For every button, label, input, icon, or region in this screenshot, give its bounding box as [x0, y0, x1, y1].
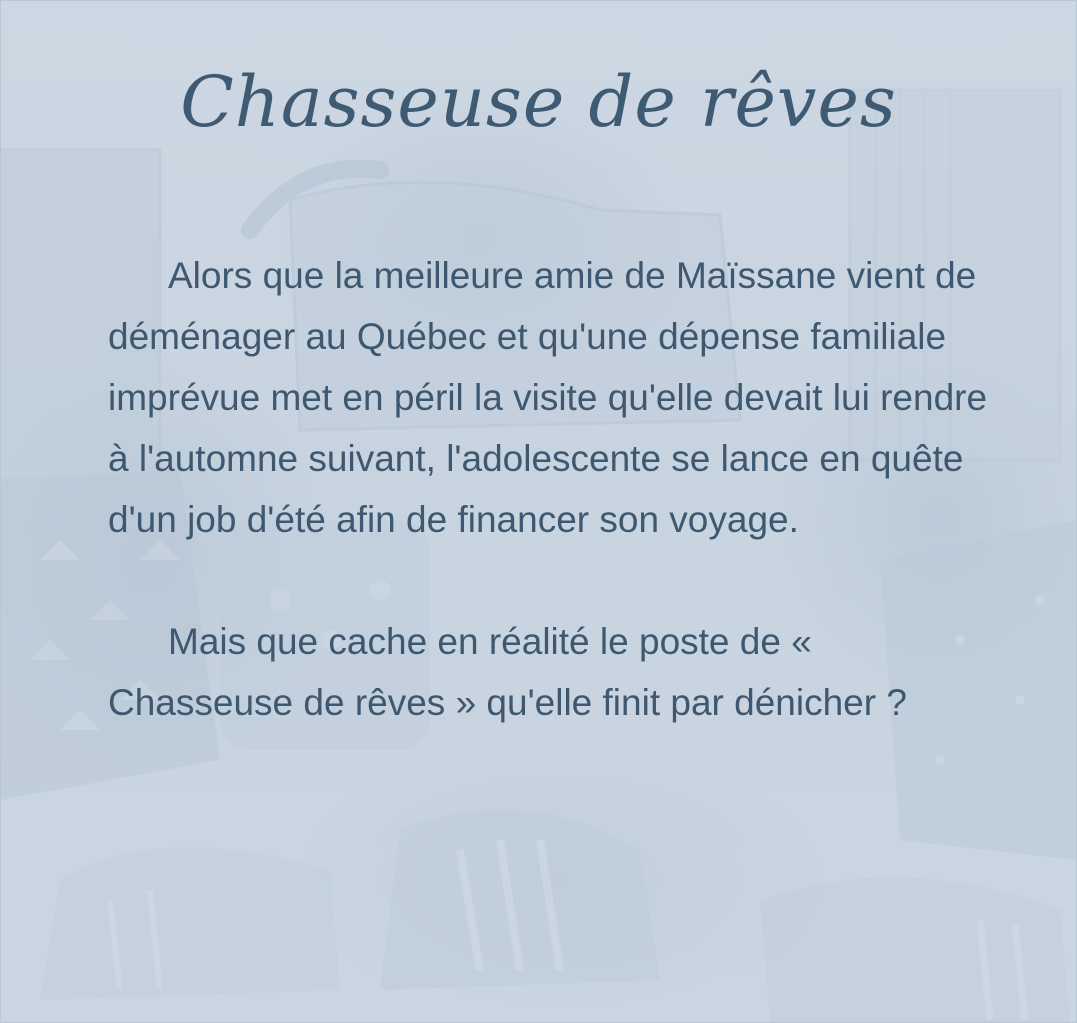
book-card: Chasseuse de rêves Alors que la meilleur… [0, 0, 1077, 1023]
summary-paragraph-2: Mais que cache en réalité le poste de « … [108, 621, 907, 723]
book-summary: Alors que la meilleure amie de Maïssane … [108, 245, 988, 733]
book-title: Chasseuse de rêves [180, 61, 897, 143]
summary-paragraph-1: Alors que la meilleure amie de Maïssane … [108, 255, 988, 540]
